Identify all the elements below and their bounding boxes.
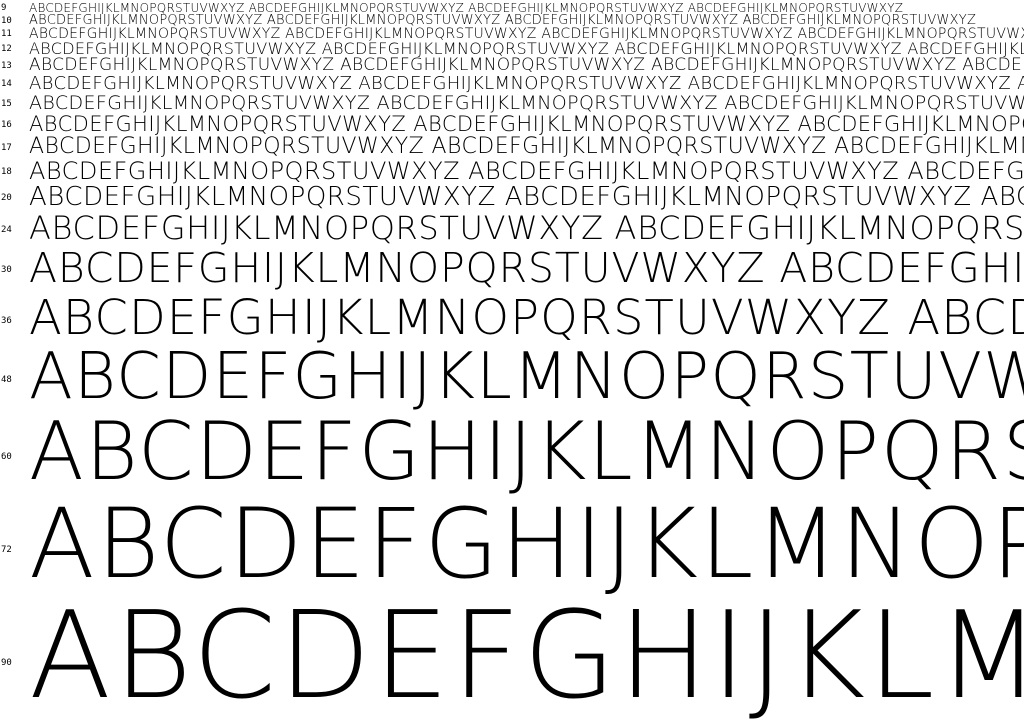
- sample-text: ABCDEFGHIJKLMNOPQRSTUVWXYZ ABCDEFGHIJKLM…: [29, 248, 1024, 292]
- sample-row-20: 20 ABCDEFGHIJKLMNOPQRSTUVWXYZ ABCDEFGHIJ…: [0, 184, 1024, 212]
- sample-text: ABCDEFGHIJKLMNOPQRSTUVWXYZ ABCDEFGHIJKLM…: [29, 184, 1024, 212]
- sample-text: ABCDEFGHIJKLMNOPQRSTUVWXYZ ABCDEFGHIJKLM…: [29, 212, 1024, 247]
- sample-text: ABCDEFGHIJKLMNOPQRSTUVWXYZ ABCDEFGHIJKLM…: [29, 136, 1024, 159]
- sample-row-10: 10 ABCDEFGHIJKLMNOPQRSTUVWXYZ ABCDEFGHIJ…: [0, 14, 1024, 27]
- sample-row-48: 48 ABCDEFGHIJKLMNOPQRSTUVWXYZ ABCDEFGHIJ…: [0, 345, 1024, 412]
- sample-text: ABCDEFGHIJKLMNOPQRSTUVWXYZ ABCDEFGHIJKLM…: [29, 2, 904, 14]
- sample-text: ABCDEFGHIJKLMNOPQRSTUVWXYZ ABCDEFGHIJKLM…: [29, 597, 1024, 726]
- size-label: 15: [1, 99, 12, 109]
- sample-row-18: 18 ABCDEFGHIJKLMNOPQRSTUVWXYZ ABCDEFGHIJ…: [0, 159, 1024, 184]
- size-label: 90: [1, 658, 12, 668]
- size-label: 30: [1, 265, 12, 275]
- sample-row-16: 16 ABCDEFGHIJKLMNOPQRSTUVWXYZ ABCDEFGHIJ…: [0, 114, 1024, 136]
- sample-row-9: 9 ABCDEFGHIJKLMNOPQRSTUVWXYZ ABCDEFGHIJK…: [0, 2, 1024, 14]
- sample-text: ABCDEFGHIJKLMNOPQRSTUVWXYZ ABCDEFGHIJKLM…: [29, 159, 1024, 184]
- sample-row-24: 24 ABCDEFGHIJKLMNOPQRSTUVWXYZ ABCDEFGHIJ…: [0, 212, 1024, 248]
- size-label: 24: [1, 225, 12, 235]
- sample-row-14: 14 ABCDEFGHIJKLMNOPQRSTUVWXYZ ABCDEFGHIJ…: [0, 75, 1024, 94]
- sample-row-11: 11 ABCDEFGHIJKLMNOPQRSTUVWXYZ ABCDEFGHIJ…: [0, 27, 1024, 41]
- sample-row-13: 13 ABCDEFGHIJKLMNOPQRSTUVWXYZ ABCDEFGHIJ…: [0, 57, 1024, 75]
- sample-text: ABCDEFGHIJKLMNOPQRSTUVWXYZ ABCDEFGHIJKLM…: [29, 345, 1024, 412]
- sample-row-72: 72 ABCDEFGHIJKLMNOPQRSTUVWXYZ ABCDEFGHIJ…: [0, 496, 1024, 597]
- sample-text: ABCDEFGHIJKLMNOPQRSTUVWXYZ ABCDEFGHIJKLM…: [29, 75, 1024, 94]
- size-label: 11: [1, 29, 12, 39]
- sample-text: ABCDEFGHIJKLMNOPQRSTUVWXYZ ABCDEFGHIJKLM…: [29, 14, 977, 27]
- sample-row-30: 30 ABCDEFGHIJKLMNOPQRSTUVWXYZ ABCDEFGHIJ…: [0, 248, 1024, 294]
- size-label: 13: [1, 61, 12, 71]
- sample-text: ABCDEFGHIJKLMNOPQRSTUVWXYZ ABCDEFGHIJKLM…: [29, 41, 1024, 57]
- sample-row-15: 15 ABCDEFGHIJKLMNOPQRSTUVWXYZ ABCDEFGHIJ…: [0, 94, 1024, 114]
- size-label: 10: [1, 16, 12, 26]
- sample-text: ABCDEFGHIJKLMNOPQRSTUVWXYZ ABCDEFGHIJKLM…: [29, 412, 1024, 496]
- sample-text: ABCDEFGHIJKLMNOPQRSTUVWXYZ ABCDEFGHIJKLM…: [29, 496, 1024, 597]
- size-label: 60: [1, 452, 12, 462]
- size-label: 9: [1, 3, 7, 13]
- size-label: 18: [1, 167, 12, 177]
- sample-row-17: 17 ABCDEFGHIJKLMNOPQRSTUVWXYZ ABCDEFGHIJ…: [0, 136, 1024, 159]
- size-label: 36: [1, 316, 12, 326]
- size-label: 16: [1, 120, 12, 130]
- sample-row-60: 60 ABCDEFGHIJKLMNOPQRSTUVWXYZ ABCDEFGHIJ…: [0, 412, 1024, 496]
- font-waterfall-sheet: 9 ABCDEFGHIJKLMNOPQRSTUVWXYZ ABCDEFGHIJK…: [0, 0, 1024, 727]
- size-label: 17: [1, 143, 12, 153]
- sample-text: ABCDEFGHIJKLMNOPQRSTUVWXYZ ABCDEFGHIJKLM…: [29, 27, 1024, 41]
- size-label: 48: [1, 375, 12, 385]
- size-label: 20: [1, 193, 12, 203]
- sample-row-12: 12 ABCDEFGHIJKLMNOPQRSTUVWXYZ ABCDEFGHIJ…: [0, 41, 1024, 57]
- sample-row-36: 36 ABCDEFGHIJKLMNOPQRSTUVWXYZ ABCDEFGHIJ…: [0, 294, 1024, 345]
- sample-text: ABCDEFGHIJKLMNOPQRSTUVWXYZ ABCDEFGHIJKLM…: [29, 114, 1024, 136]
- sample-text: ABCDEFGHIJKLMNOPQRSTUVWXYZ ABCDEFGHIJKLM…: [29, 94, 1024, 114]
- size-label: 72: [1, 545, 12, 555]
- size-label: 14: [1, 79, 12, 89]
- sample-row-90: 90 ABCDEFGHIJKLMNOPQRSTUVWXYZ ABCDEFGHIJ…: [0, 597, 1024, 727]
- sample-text: ABCDEFGHIJKLMNOPQRSTUVWXYZ ABCDEFGHIJKLM…: [29, 294, 1024, 345]
- sample-text: ABCDEFGHIJKLMNOPQRSTUVWXYZ ABCDEFGHIJKLM…: [29, 57, 1024, 75]
- size-label: 12: [1, 44, 12, 54]
